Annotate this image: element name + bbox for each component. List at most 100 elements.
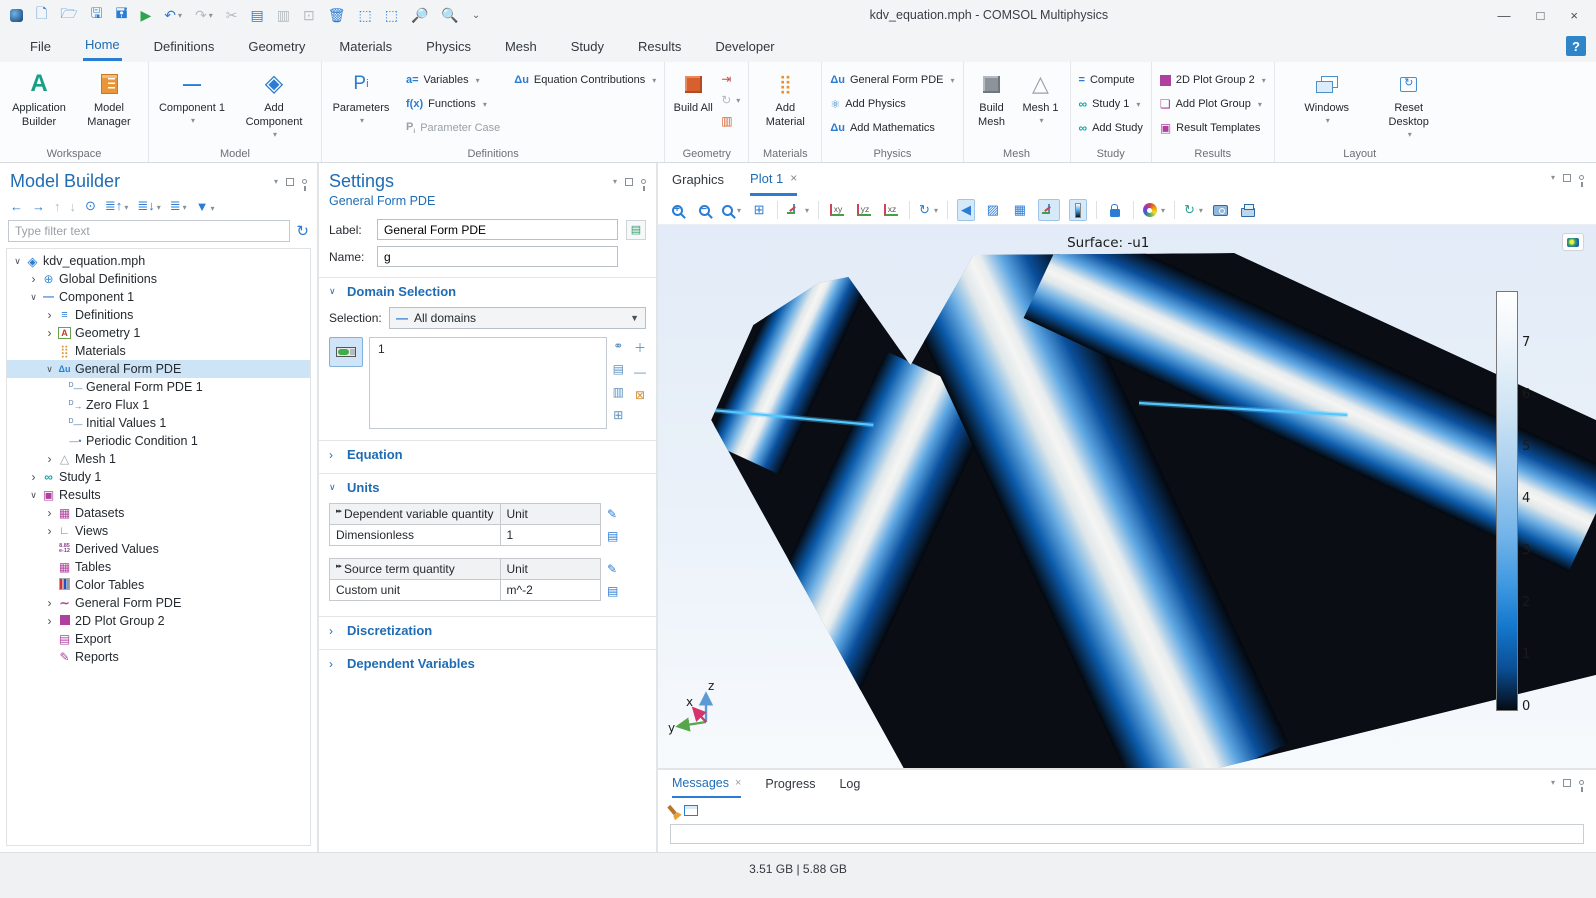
new-file-button[interactable]: 🗋: [36, 3, 47, 27]
panel-menu-icon[interactable]: ▾: [1551, 173, 1555, 182]
open-messages-table-icon[interactable]: [684, 805, 698, 816]
float-panel-icon[interactable]: [1563, 174, 1571, 182]
plot-area[interactable]: Surface: -u1 7 6 5 4 3 2 1 0 z y: [658, 225, 1596, 768]
application-builder-button[interactable]: A Application Builder: [8, 68, 70, 130]
tree-item-root[interactable]: ∨◈kdv_equation.mph: [7, 252, 310, 270]
tree-item-periodic-condition-1[interactable]: —•Periodic Condition 1: [7, 432, 310, 450]
section-dependent-variables[interactable]: › Dependent Variables: [319, 649, 656, 675]
name-input[interactable]: [377, 246, 618, 267]
scene-light-button[interactable]: ◀: [957, 199, 975, 221]
zoom-to-selection-icon[interactable]: ⊞: [613, 408, 623, 422]
windows-button[interactable]: Windows▾: [1299, 68, 1355, 126]
variables-button[interactable]: a= Variables▾: [406, 70, 500, 90]
tree-item-color-tables[interactable]: Color Tables: [7, 576, 310, 594]
node-text-icon[interactable]: ≣▾: [170, 198, 187, 214]
insert-unit-icon[interactable]: ▤: [607, 584, 618, 598]
back-icon[interactable]: ←: [10, 199, 23, 214]
tree-item-views[interactable]: ›∟Views: [7, 522, 310, 540]
save-button[interactable]: 🖫: [91, 3, 103, 27]
show-grid-button[interactable]: ▦: [1011, 199, 1029, 221]
remove-from-selection-icon[interactable]: —: [634, 365, 646, 379]
filter-funnel-icon[interactable]: ▼▾: [196, 199, 215, 214]
cut-button[interactable]: ✂: [226, 7, 238, 24]
color-legend-button[interactable]: [1069, 199, 1087, 221]
move-down-icon[interactable]: ↓: [70, 199, 77, 214]
view-xy-button[interactable]: xy: [828, 199, 846, 221]
copy-button[interactable]: ▤: [251, 7, 264, 24]
tree-item-export[interactable]: ▤Export: [7, 630, 310, 648]
tree-item-datasets[interactable]: ›▦Datasets: [7, 504, 310, 522]
tab-log[interactable]: Log: [839, 770, 860, 798]
edit-unit-icon[interactable]: ✎: [607, 507, 618, 521]
toolbar-overflow-button[interactable]: ⌄: [472, 10, 480, 21]
parameter-case-button[interactable]: Pi Parameter Case: [406, 118, 500, 138]
menu-tab-definitions[interactable]: Definitions: [152, 33, 217, 60]
paste-button[interactable]: ▥: [277, 7, 290, 24]
panel-menu-icon[interactable]: ▾: [1551, 778, 1555, 787]
table-row[interactable]: Custom unit m^-2: [330, 580, 600, 600]
paste-selection-icon[interactable]: ▥: [613, 385, 624, 399]
menu-tab-study[interactable]: Study: [569, 33, 606, 60]
pin-panel-icon[interactable]: [641, 179, 646, 184]
rotate-view-button[interactable]: ↻▾: [919, 199, 938, 221]
redo-button[interactable]: ↷▾: [195, 7, 213, 24]
edit-unit-icon[interactable]: ✎: [607, 562, 618, 576]
expand-all-icon[interactable]: ≣↑▾: [105, 198, 128, 214]
comsol-logo-button[interactable]: [1562, 233, 1584, 251]
view-xz-button[interactable]: xz: [882, 199, 900, 221]
result-templates-button[interactable]: ▣ Result Templates: [1160, 118, 1266, 138]
undo-button[interactable]: ↶▾: [164, 7, 182, 24]
forward-icon[interactable]: →: [32, 199, 45, 214]
collapse-all-icon[interactable]: ≣↓▾: [137, 198, 160, 214]
view-yz-button[interactable]: yz: [855, 199, 873, 221]
rename-button[interactable]: ▤: [626, 220, 646, 240]
reset-desktop-button[interactable]: ↻ Reset Desktop▾: [1381, 68, 1437, 140]
selection-list[interactable]: 1: [369, 337, 607, 429]
delete-button[interactable]: 🗑: [328, 7, 346, 24]
table-row[interactable]: Dimensionless 1: [330, 525, 600, 545]
run-button[interactable]: ▶: [140, 7, 151, 24]
lock-axes-button[interactable]: [1106, 199, 1124, 221]
tree-item-initial-values-1[interactable]: D—Initial Values 1: [7, 414, 310, 432]
tree-filter-input[interactable]: [8, 220, 290, 242]
expand-columns-icon[interactable]: ▸▸: [336, 562, 341, 570]
tree-item-reports[interactable]: ✎Reports: [7, 648, 310, 666]
label-input[interactable]: [377, 219, 618, 240]
color-theme-button[interactable]: ▾: [1143, 199, 1165, 221]
build-all-button[interactable]: Build All: [673, 68, 713, 116]
model-manager-button[interactable]: Model Manager: [78, 68, 140, 130]
physics-interface-button[interactable]: Δu General Form PDE▾: [830, 70, 954, 90]
zoom-extents-button[interactable]: ⊞: [750, 199, 768, 221]
pin-panel-icon[interactable]: [1579, 780, 1584, 785]
update-plot-button[interactable]: ↻▾: [1184, 199, 1203, 221]
expand-columns-icon[interactable]: ▸▸: [336, 507, 341, 515]
active-selection-toggle[interactable]: [329, 337, 363, 367]
float-panel-icon[interactable]: [625, 178, 633, 186]
add-material-button[interactable]: ⣿ Add Material: [757, 68, 813, 130]
tree-item-results[interactable]: ∨▣Results: [7, 486, 310, 504]
tree-item-zero-flux-1[interactable]: D→Zero Flux 1: [7, 396, 310, 414]
equation-contributions-button[interactable]: Δu Equation Contributions▾: [514, 70, 656, 90]
print-button[interactable]: [1239, 199, 1257, 221]
menu-tab-home[interactable]: Home: [83, 31, 122, 61]
tree-item-mesh-1[interactable]: ›△Mesh 1: [7, 450, 310, 468]
tree-item-definitions[interactable]: ›≡Definitions: [7, 306, 310, 324]
tree-item-results-general-form-pde[interactable]: ›∼General Form PDE: [7, 594, 310, 612]
tab-messages[interactable]: Messages×: [672, 770, 741, 798]
preview-button[interactable]: 🔍: [441, 7, 458, 24]
add-plot-group-button[interactable]: ❏ Add Plot Group▾: [1160, 94, 1266, 114]
menu-tab-developer[interactable]: Developer: [713, 33, 776, 60]
section-units[interactable]: ∨ Units: [319, 473, 656, 499]
float-panel-icon[interactable]: [286, 178, 294, 186]
virtual-operations-icon[interactable]: ▥: [721, 112, 740, 130]
go-to-default-view-button[interactable]: ▾: [787, 199, 809, 221]
menu-tab-materials[interactable]: Materials: [337, 33, 394, 60]
copy-selection-icon[interactable]: ▤: [613, 362, 624, 376]
tree-item-study-1[interactable]: ›∞Study 1: [7, 468, 310, 486]
open-file-button[interactable]: 🗁: [60, 3, 77, 27]
tree-item-derived-values[interactable]: Derived Values: [7, 540, 310, 558]
add-study-button[interactable]: ∞ Add Study: [1079, 118, 1143, 138]
add-mathematics-button[interactable]: Δu Add Mathematics: [830, 118, 954, 138]
tab-plot-1[interactable]: Plot 1×: [750, 163, 797, 196]
panel-menu-icon[interactable]: ▾: [274, 177, 278, 186]
